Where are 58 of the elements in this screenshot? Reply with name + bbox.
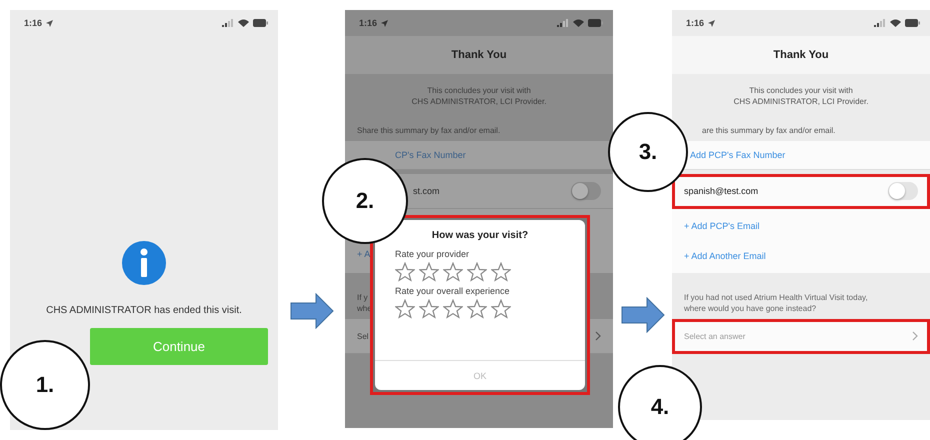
- question-text: If y: [357, 293, 369, 302]
- wifi-icon: [890, 19, 901, 27]
- screen-title: Thank You: [672, 36, 930, 74]
- visit-summary-text: CHS ADMINISTRATOR, LCI Provider.: [734, 97, 868, 106]
- wifi-icon: [238, 19, 249, 27]
- email-address: st.com: [413, 186, 440, 196]
- battery-icon: [905, 19, 920, 27]
- signal-icon: [557, 19, 569, 27]
- rating-label: Rate your provider: [394, 249, 470, 259]
- continue-button[interactable]: Continue: [90, 328, 268, 365]
- visit-ended-message: CHS ADMINISTRATOR has ended this visit.: [46, 305, 242, 316]
- select-placeholder: Select an answer: [684, 332, 746, 340]
- answer-select[interactable]: Select an answer: [672, 319, 930, 354]
- star-outline-icon[interactable]: [491, 262, 511, 282]
- share-label: are this summary by fax and/or email.: [701, 126, 836, 135]
- dialog-title: How was your visit?: [430, 230, 530, 241]
- visit-summary-text: This concludes your visit with: [427, 86, 531, 95]
- star-outline-icon[interactable]: [443, 299, 463, 319]
- star-outline-icon[interactable]: [443, 262, 463, 282]
- signal-icon: [222, 19, 234, 27]
- chevron-right-icon: [912, 331, 918, 341]
- location-arrow-icon: [708, 20, 716, 26]
- chevron-right-icon: [595, 331, 601, 341]
- location-arrow-icon: [46, 20, 54, 26]
- toggle-switch[interactable]: [571, 182, 601, 200]
- add-email-link[interactable]: + Add Another Email: [684, 251, 918, 261]
- visit-summary-text: CHS ADMINISTRATOR, LCI Provider.: [412, 97, 546, 106]
- star-outline-icon[interactable]: [419, 262, 439, 282]
- question-text: If you had not used Atrium Health Virtual Visit today,: [684, 293, 869, 302]
- question-text: where would you have gone instead?: [684, 304, 818, 313]
- star-outline-icon[interactable]: [467, 262, 487, 282]
- battery-icon: [253, 19, 268, 27]
- arrow-icon: [620, 297, 664, 333]
- rating-label: Rate your overall experience: [394, 286, 511, 296]
- share-label: Share this summary by fax and/or email.: [357, 126, 500, 135]
- screen-title: Thank You: [345, 36, 613, 74]
- fax-number-link[interactable]: Add PCP's Fax Number: [690, 150, 786, 160]
- answer-select[interactable]: Sel: [357, 332, 369, 340]
- star-outline-icon[interactable]: [395, 262, 415, 282]
- signal-icon: [874, 19, 886, 27]
- add-email-link[interactable]: + Add PCP's Email: [684, 221, 918, 231]
- wifi-icon: [573, 19, 584, 27]
- star-outline-icon[interactable]: [467, 299, 487, 319]
- info-icon: [122, 241, 166, 285]
- star-outline-icon[interactable]: [395, 299, 415, 319]
- email-row[interactable]: spanish@test.com: [672, 174, 930, 209]
- location-arrow-icon: [381, 20, 388, 26]
- arrow-icon: [290, 293, 334, 329]
- status-time: 1:16: [359, 18, 378, 28]
- star-outline-icon[interactable]: [419, 299, 439, 319]
- toggle-switch[interactable]: [888, 182, 918, 200]
- step-number-circle: 4.: [618, 365, 702, 440]
- status-time: 1:16: [686, 18, 704, 28]
- fax-number-link[interactable]: CP's Fax Number: [395, 150, 466, 160]
- status-time: 1:16: [24, 18, 42, 28]
- battery-icon: [588, 19, 603, 27]
- star-outline-icon[interactable]: [491, 299, 511, 319]
- visit-summary-text: This concludes your visit with: [749, 86, 853, 95]
